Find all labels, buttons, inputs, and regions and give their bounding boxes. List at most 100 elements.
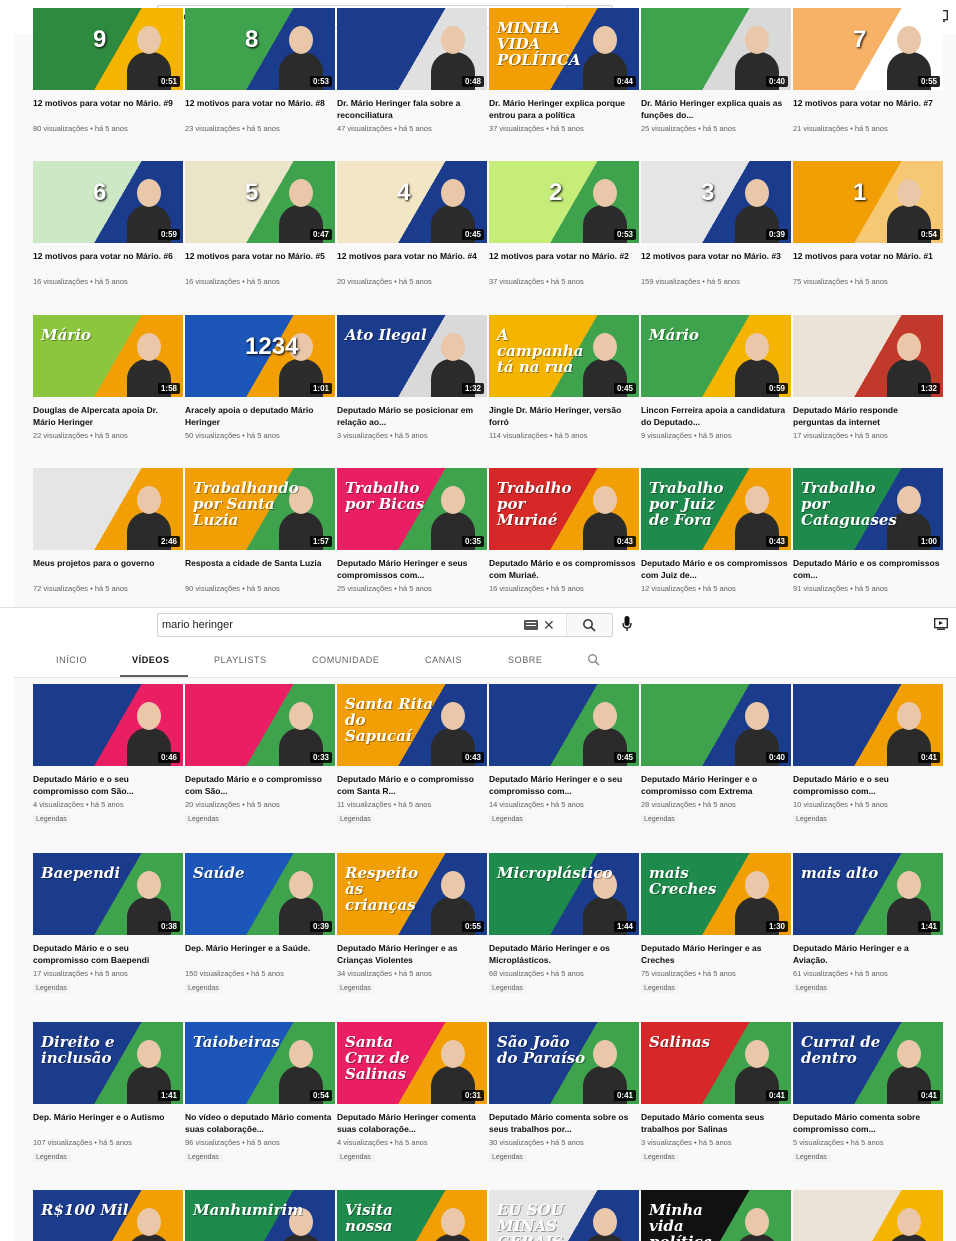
- video-thumbnail[interactable]: MINHA VIDA POLÍTICA 0:44: [489, 8, 639, 90]
- video-title[interactable]: Deputado Mário e os compromissos com...: [793, 557, 941, 581]
- tab-comunidade[interactable]: COMUNIDADE: [312, 655, 380, 665]
- video-thumbnail[interactable]: 9 0:51: [33, 8, 183, 90]
- video-thumbnail[interactable]: 4 0:45: [337, 161, 487, 243]
- video-thumbnail[interactable]: Visita nossa0:24: [337, 1190, 487, 1241]
- tab-videos[interactable]: VÍDEOS: [132, 655, 170, 665]
- video-thumbnail[interactable]: Manhumirim0:47: [185, 1190, 335, 1241]
- video-title[interactable]: Dr. Mário Heringer explica quais as funç…: [641, 97, 789, 121]
- video-title[interactable]: Deputado Mário comenta sobre os seus tra…: [489, 1111, 637, 1135]
- video-thumbnail[interactable]: 0:46: [33, 684, 183, 766]
- video-title[interactable]: Deputado Mário Heringer e os Microplásti…: [489, 942, 637, 966]
- video-thumbnail[interactable]: Minha vida política0:58: [641, 1190, 791, 1241]
- video-thumbnail[interactable]: 1 0:54: [793, 161, 943, 243]
- video-thumbnail[interactable]: Salinas 0:41: [641, 1022, 791, 1104]
- video-thumbnail[interactable]: 1:32: [793, 315, 943, 397]
- search-icon[interactable]: [587, 653, 600, 666]
- video-title[interactable]: Deputado Mário Heringer e a Aviação.: [793, 942, 941, 966]
- video-title[interactable]: 12 motivos para votar no Mário. #1: [793, 250, 941, 262]
- video-thumbnail[interactable]: 0:41: [793, 684, 943, 766]
- video-thumbnail[interactable]: Saúde 0:39: [185, 853, 335, 935]
- video-thumbnail[interactable]: Direito e inclusão 1:41: [33, 1022, 183, 1104]
- tab-canais[interactable]: CANAIS: [425, 655, 462, 665]
- video-title[interactable]: 12 motivos para votar no Mário. #2: [489, 250, 637, 262]
- video-thumbnail[interactable]: Santa Rita do Sapucaí 0:43: [337, 684, 487, 766]
- video-title[interactable]: Deputado Mário e o seu compromisso com S…: [33, 773, 181, 797]
- video-thumbnail[interactable]: Respeito às crianças 0:55: [337, 853, 487, 935]
- mic-icon[interactable]: [622, 616, 632, 632]
- video-title[interactable]: 12 motivos para votar no Mário. #9: [33, 97, 181, 109]
- video-thumbnail[interactable]: Trabalhando por Santa Luzia 1:57: [185, 468, 335, 550]
- search-button[interactable]: [566, 614, 612, 636]
- video-title[interactable]: Dep. Mário Heringer e o Autismo: [33, 1111, 181, 1123]
- video-thumbnail[interactable]: Trabalho por Bicas 0:35: [337, 468, 487, 550]
- video-thumbnail[interactable]: Santa Cruz de Salinas 0:31: [337, 1022, 487, 1104]
- video-title[interactable]: Deputado Mário comenta sobre compromisso…: [793, 1111, 941, 1135]
- video-title[interactable]: 12 motivos para votar no Mário. #5: [185, 250, 333, 262]
- video-thumbnail[interactable]: EU SOU MINAS GERAIS0:53: [489, 1190, 639, 1241]
- video-title[interactable]: Dr. Mário Heringer explica porque entrou…: [489, 97, 637, 121]
- video-title[interactable]: Deputado Mário Heringer e as Creches: [641, 942, 789, 966]
- video-title[interactable]: Lincon Ferreira apoia a candidatura do D…: [641, 404, 789, 428]
- video-thumbnail[interactable]: Trabalho por Juiz de Fora 0:43: [641, 468, 791, 550]
- video-title[interactable]: Deputado Mário e o seu compromisso com B…: [33, 942, 181, 966]
- video-title[interactable]: Deputado Mário e o seu compromisso com..…: [793, 773, 941, 797]
- video-title[interactable]: No vídeo o deputado Mário comenta suas c…: [185, 1111, 333, 1135]
- close-icon[interactable]: ✕: [543, 616, 555, 634]
- video-title[interactable]: Meus projetos para o governo: [33, 557, 181, 569]
- video-title[interactable]: Jingle Dr. Mário Heringer, versão forró: [489, 404, 637, 428]
- video-title[interactable]: Resposta a cidade de Santa Luzia: [185, 557, 333, 569]
- video-title[interactable]: Deputado Mário e os compromissos com Mur…: [489, 557, 637, 581]
- video-title[interactable]: Deputado Mário Heringer e o seu compromi…: [489, 773, 637, 797]
- video-thumbnail[interactable]: 8 0:53: [185, 8, 335, 90]
- keyboard-icon[interactable]: [524, 620, 538, 630]
- video-thumbnail[interactable]: 0:40: [641, 684, 791, 766]
- video-thumbnail[interactable]: R$100 Mil0:27: [33, 1190, 183, 1241]
- tab-inicio[interactable]: INÍCIO: [56, 655, 87, 665]
- video-thumbnail[interactable]: Curral de dentro 0:41: [793, 1022, 943, 1104]
- video-title[interactable]: Dr. Mário Heringer fala sobre a reconcil…: [337, 97, 485, 121]
- video-title[interactable]: 12 motivos para votar no Mário. #3: [641, 250, 789, 262]
- video-thumbnail[interactable]: A campanha tá na rua 0:45: [489, 315, 639, 397]
- video-thumbnail[interactable]: Mário 1:58: [33, 315, 183, 397]
- video-title[interactable]: Deputado Mário se posicionar em relação …: [337, 404, 485, 428]
- video-thumbnail[interactable]: 3 0:39: [641, 161, 791, 243]
- video-title[interactable]: Deputado Mário e os compromissos com Jui…: [641, 557, 789, 581]
- video-title[interactable]: 12 motivos para votar no Mário. #7: [793, 97, 941, 109]
- video-title[interactable]: Deputado Mário e o compromisso com São..…: [185, 773, 333, 797]
- video-title[interactable]: Deputado Mário Heringer comenta suas col…: [337, 1111, 485, 1135]
- tab-playlists[interactable]: PLAYLISTS: [214, 655, 267, 665]
- video-thumbnail[interactable]: mais alto 1:41: [793, 853, 943, 935]
- video-thumbnail[interactable]: Trabalho por Muriaé 0:43: [489, 468, 639, 550]
- video-title[interactable]: Deputado Mário Heringer e seus compromis…: [337, 557, 485, 581]
- video-title[interactable]: Deputado Mário Heringer e as Crianças Vi…: [337, 942, 485, 966]
- video-thumbnail[interactable]: 1:31: [793, 1190, 943, 1241]
- video-thumbnail[interactable]: 1234 1:01: [185, 315, 335, 397]
- video-thumbnail[interactable]: 2:46: [33, 468, 183, 550]
- video-thumbnail[interactable]: Mário 0:59: [641, 315, 791, 397]
- video-thumbnail[interactable]: 0:40: [641, 8, 791, 90]
- video-thumbnail[interactable]: 6 0:59: [33, 161, 183, 243]
- video-thumbnail[interactable]: São João do Paraíso 0:41: [489, 1022, 639, 1104]
- video-title[interactable]: Deputado Mário comenta seus trabalhos po…: [641, 1111, 789, 1135]
- search-box[interactable]: mario heringer ✕: [157, 613, 613, 637]
- video-thumbnail[interactable]: Trabalho por Cataguases 1:00: [793, 468, 943, 550]
- video-title[interactable]: Aracely apoia o deputado Mário Heringer: [185, 404, 333, 428]
- video-thumbnail[interactable]: Ato Ilegal 1:32: [337, 315, 487, 397]
- video-thumbnail[interactable]: 0:45: [489, 684, 639, 766]
- video-title[interactable]: 12 motivos para votar no Mário. #6: [33, 250, 181, 262]
- video-thumbnail[interactable]: 5 0:47: [185, 161, 335, 243]
- video-title[interactable]: 12 motivos para votar no Mário. #4: [337, 250, 485, 262]
- video-title[interactable]: Dep. Mário Heringer e a Saúde.: [185, 942, 333, 954]
- video-thumbnail[interactable]: mais Creches 1:30: [641, 853, 791, 935]
- video-thumbnail[interactable]: 0:33: [185, 684, 335, 766]
- tab-sobre[interactable]: SOBRE: [508, 655, 543, 665]
- video-thumbnail[interactable]: 0:48: [337, 8, 487, 90]
- video-thumbnail[interactable]: Taiobeiras 0:54: [185, 1022, 335, 1104]
- video-title[interactable]: 12 motivos para votar no Mário. #8: [185, 97, 333, 109]
- search-input[interactable]: mario heringer: [162, 619, 233, 631]
- video-thumbnail[interactable]: 2 0:53: [489, 161, 639, 243]
- cast-icon[interactable]: [934, 618, 948, 630]
- video-thumbnail[interactable]: Baependi 0:38: [33, 853, 183, 935]
- video-thumbnail[interactable]: Microplástico 1:44: [489, 853, 639, 935]
- video-title[interactable]: Douglas de Alpercata apoia Dr. Mário Her…: [33, 404, 181, 428]
